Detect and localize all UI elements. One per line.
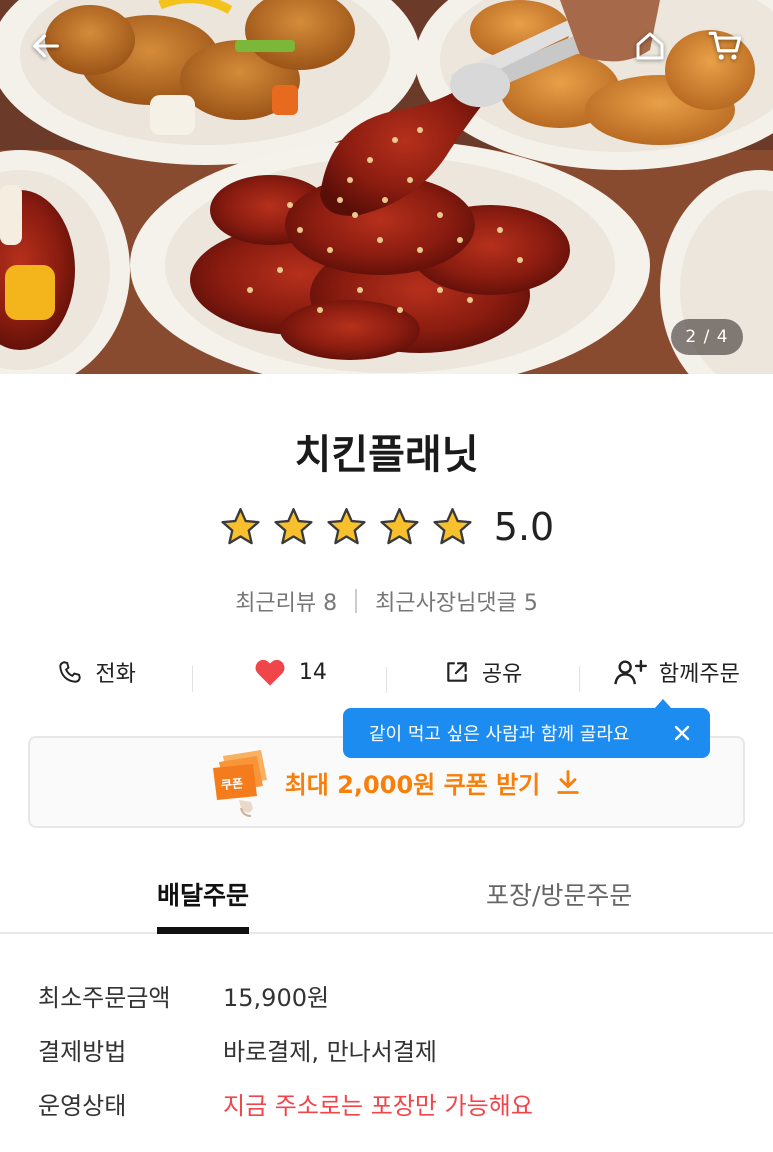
group-order-label: 함께주문 — [658, 662, 740, 687]
store-name: 치킨플래닛 — [294, 432, 479, 478]
call-button[interactable]: 전화 — [0, 656, 194, 692]
like-button[interactable]: 14 — [193, 657, 387, 693]
phone-icon — [59, 661, 82, 683]
star-icon — [327, 507, 366, 544]
coupon-badge-text: 쿠폰 — [220, 776, 243, 792]
recent-reviews-link[interactable]: 최근리뷰 8 — [235, 585, 337, 617]
status-value: 지금 주소로는 포장만 가능해요 — [223, 1091, 533, 1120]
home-button[interactable] — [626, 22, 674, 70]
order-type-tabs: 배달주문 포장/방문주문 — [0, 856, 773, 934]
tab-pickup[interactable]: 포장/방문주문 — [486, 856, 632, 932]
close-icon[interactable] — [670, 721, 694, 745]
share-label: 공유 — [481, 662, 523, 687]
share-button[interactable]: 공유 — [387, 656, 581, 692]
divider — [355, 589, 358, 613]
back-button[interactable] — [22, 22, 70, 70]
download-icon — [557, 770, 579, 794]
heart-icon — [255, 659, 285, 686]
star-icon — [274, 507, 313, 544]
image-counter: 2 / 4 — [671, 319, 743, 355]
min-order-value: 15,900원 — [223, 983, 330, 1012]
cart-icon — [708, 31, 742, 60]
like-count: 14 — [298, 659, 327, 685]
coupon-label: 최대 2,000원 쿠폰 받기 — [284, 770, 541, 799]
cart-button[interactable] — [702, 22, 750, 70]
info-row-payment: 결제방법 바로결제, 만나서결제 — [38, 1022, 738, 1076]
rating-score: 5.0 — [493, 505, 555, 549]
arrow-left-icon — [33, 34, 59, 58]
info-row-min-order: 최소주문금액 15,900원 — [38, 968, 738, 1022]
review-summary: 최근리뷰 8 최근사장님댓글 5 — [0, 585, 773, 617]
call-label: 전화 — [95, 662, 136, 687]
star-icon — [221, 507, 260, 544]
min-order-label: 최소주문금액 — [38, 983, 171, 1012]
star-icon — [380, 507, 419, 544]
share-icon — [447, 662, 467, 682]
tooltip-text: 같이 먹고 싶은 사람과 함께 골라요 — [369, 724, 630, 745]
home-icon — [636, 32, 664, 60]
store-hero-image[interactable]: 2 / 4 — [0, 0, 773, 374]
rating-row: 5.0 — [0, 505, 773, 549]
add-person-icon — [614, 659, 647, 685]
payment-value: 바로결제, 만나서결제 — [223, 1037, 437, 1066]
tab-delivery[interactable]: 배달주문 — [157, 856, 250, 934]
order-info-table: 최소주문금액 15,900원 결제방법 바로결제, 만나서결제 운영상태 지금 … — [38, 968, 738, 1130]
star-rating — [219, 506, 474, 549]
action-bar: 전화 14 공유 함께주문 — [0, 648, 773, 696]
group-order-tooltip: 같이 먹고 싶은 사람과 함께 골라요 — [343, 699, 710, 758]
status-label: 운영상태 — [38, 1091, 127, 1120]
info-row-status: 운영상태 지금 주소로는 포장만 가능해요 — [38, 1076, 738, 1130]
owner-comments-link[interactable]: 최근사장님댓글 5 — [375, 585, 538, 617]
star-icon — [433, 507, 472, 544]
payment-label: 결제방법 — [38, 1037, 127, 1066]
group-order-button[interactable]: 함께주문 — [580, 656, 773, 688]
coupon-ticket-icon: 쿠폰 — [212, 750, 267, 817]
